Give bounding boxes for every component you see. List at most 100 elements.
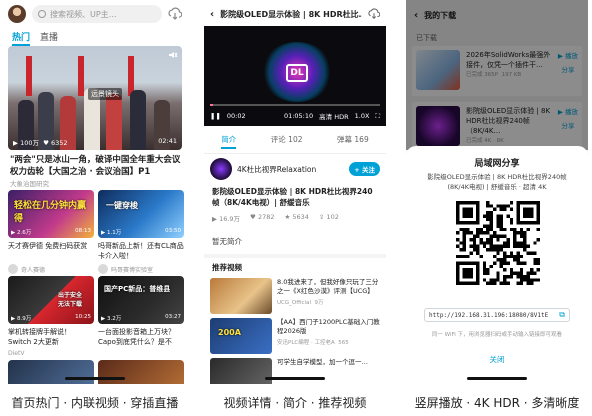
total-time: 01:05:10 (283, 112, 314, 120)
modal-overlay[interactable] (406, 0, 588, 150)
share-url-field[interactable]: http://192.168.31.196:18080/8V1tE ⧉ (424, 308, 570, 322)
qr-code (456, 201, 540, 285)
stat-likes[interactable]: ♥ 2782 (250, 213, 274, 223)
recommended-title: 可学生自学模型，加一个逗一… (277, 358, 368, 366)
video-thumbnail: 出于安全 无法下载 ▶ 8.9万 10:25 (8, 276, 94, 324)
thumb-text: 国产PC新品：普维县 (104, 285, 171, 293)
home-indicator (65, 377, 125, 380)
card-views: ▶ 2.6万 (11, 230, 32, 236)
video-title: 影院级OLED显示体验 | 8K HDR杜比视界240帧（8K/4K电视）| 舒… (212, 187, 373, 207)
card-duration: 10:25 (75, 314, 91, 320)
hero-meta: ▶ 100万 ♥ 6352 02:41 (13, 137, 177, 147)
video-card[interactable]: 出于安全 无法下载 ▶ 8.9万 10:25 掌机转接牌手解说！Switch 2大… (8, 276, 94, 357)
recommended-item[interactable]: 8.0我进来了，但我好像只玩了三分之一《X红色沙漠》评测【UCG】 UCG_Of… (210, 278, 380, 316)
video-player[interactable]: DL ❚❚ 00:02 01:05:10 高清 HDR 1.0X ⛶ (204, 26, 386, 126)
home-screen: 搜索视频、UP主… 热门 直播 ▶ 100万 ♥ 6352 02:41 远景镜头… (4, 0, 186, 384)
thumb-text: 一键穿梭 (106, 201, 138, 210)
current-time: 00:02 (226, 112, 246, 120)
video-card-partial[interactable] (98, 360, 184, 384)
uploader-avatar (8, 264, 18, 274)
pause-icon[interactable]: ❚❚ (210, 112, 221, 120)
stat-favorites[interactable]: ★ 5634 (284, 213, 308, 223)
card-views: ▶ 8.9万 (11, 316, 32, 322)
search-input[interactable]: 搜索视频、UP主… (32, 5, 162, 23)
hero-duration: 02:41 (158, 137, 177, 145)
card-uploader: 吗哥赛博实验室 (111, 266, 154, 274)
lan-share-sheet: 局域网分享 影院级OLED显示体验 | 8K HDR杜比视界240帧 (8K/4… (406, 146, 588, 384)
speed-button[interactable]: 1.0X (355, 112, 370, 120)
share-hint: 同一 WiFi 下，用浏览器扫码或手动输入链接即可观看 (431, 332, 563, 338)
download-icon[interactable] (368, 8, 380, 20)
share-sheet-subtitle: 影院级OLED显示体验 | 8K HDR杜比视界240帧 (8K/4K电视) |… (427, 173, 567, 191)
recommended-item[interactable]: 可学生自学模型，加一个逗一… (210, 358, 380, 384)
recommended-views: 565 (338, 340, 349, 346)
uploader-avatar (98, 264, 108, 274)
hero-views: ▶ 100万 (13, 139, 39, 147)
recommend-heading: 推荐视频 (212, 263, 242, 272)
home-tabs: 热门 直播 (12, 30, 58, 46)
video-card[interactable]: 轻松在几分钟内赢得 ▶ 2.6万 08:13 天才赛伊德 免费扫码获赏 奇人赛德 (8, 190, 94, 274)
video-card-partial[interactable] (8, 360, 94, 384)
tab-comments[interactable]: 评论 102 (271, 134, 303, 149)
recommended-thumbnail (210, 358, 272, 384)
search-icon (38, 10, 46, 18)
tab-danmaku[interactable]: 弹幕 169 (337, 134, 369, 149)
card-title: 一台面投影音箱上万块？Capo到底凭什么？是不是… (98, 328, 175, 346)
video-card[interactable]: 一键穿梭 ▶ 1.1万 03:50 吗哥新品上新！还有CL商品卡介入啦！ 吗哥赛博… (98, 190, 184, 274)
video-thumbnail (98, 360, 184, 384)
stat-views: ▶ 16.9万 (212, 215, 241, 223)
tab-hot[interactable]: 热门 (12, 30, 31, 46)
caption-player: 竖屏播放 · 4K HDR · 多清晰度 (414, 396, 580, 410)
follow-button[interactable]: + 关注 (349, 162, 380, 176)
video-thumbnail (8, 360, 94, 384)
video-thumbnail: 轻松在几分钟内赢得 ▶ 2.6万 08:13 (8, 190, 94, 238)
card-uploader: DietV (8, 350, 25, 357)
detail-top-bar: ‹ 影院级OLED显示体验 | 8K HDR杜比… (210, 8, 380, 20)
mute-icon[interactable] (168, 50, 178, 60)
progress-fill (210, 104, 214, 106)
progress-bar[interactable] (210, 104, 380, 106)
recommended-title: 【AA】西门子1200PLC基础入门教程2026版 (277, 318, 380, 335)
quality-button[interactable]: 高清 HDR (319, 111, 348, 121)
stat-shares[interactable]: ⇪ 102 (319, 213, 339, 223)
flag-decoration (78, 56, 84, 96)
tab-intro[interactable]: 简介 (221, 134, 237, 149)
download-icon[interactable] (168, 7, 182, 21)
hero-title[interactable]: "两会"只是冰山一角，破译中国全年重大会议权力齿轮【大国之治 · 会议治国】P1 (10, 154, 182, 178)
thumb-text: 轻松在几分钟内赢得 (14, 201, 87, 224)
hero-uploader[interactable]: 大象治国研究 (10, 178, 49, 188)
recommended-title: 8.0我进来了，但我好像只玩了三分之一《X红色沙漠》评测【UCG】 (277, 278, 379, 295)
fullscreen-icon[interactable]: ⛶ (375, 112, 380, 121)
share-url: http://192.168.31.196:18080/8V1tE (429, 311, 549, 319)
back-icon[interactable]: ‹ (210, 9, 214, 20)
copy-icon[interactable]: ⧉ (559, 310, 565, 320)
card-duration: 08:13 (75, 228, 91, 234)
flag-decoration (26, 56, 32, 96)
tab-live[interactable]: 直播 (40, 30, 58, 46)
video-card[interactable]: 国产PC新品：普维县 ▶ 3.2万 03:27 一台面投影音箱上万块？Capo到底… (98, 276, 184, 347)
caption-detail: 视频详情 · 简介 · 推荐视频 (223, 396, 367, 410)
player-controls: ❚❚ 00:02 01:05:10 高清 HDR 1.0X ⛶ (210, 111, 380, 122)
uploader-row: 4K杜比视界Relaxation + 关注 (210, 158, 380, 180)
recommended-uploader: UCG_Official (277, 300, 311, 306)
card-duration: 03:27 (165, 314, 181, 320)
close-button[interactable]: 关闭 (406, 354, 588, 365)
card-duration: 03:50 (165, 228, 181, 234)
recommended-item[interactable]: 200A 【AA】西门子1200PLC基础入门教程2026版 安迅PLC编程 ·… (210, 318, 380, 356)
avatar[interactable] (8, 5, 26, 23)
downloads-screen: ‹ 我的下载 已下载 2026年SolidWorks最强外接件，仅凭一个插件干…… (406, 0, 588, 384)
thumb-text: 200A (218, 328, 241, 337)
card-title: 吗哥新品上新！还有CL商品卡介入啦！ (98, 242, 184, 260)
uploader-name[interactable]: 4K杜比视界Relaxation (237, 164, 344, 175)
card-title: 掌机转接牌手解说！Switch 2大更新 (8, 328, 71, 346)
uploader-avatar[interactable] (210, 158, 232, 180)
share-sheet-title: 局域网分享 (474, 159, 520, 169)
card-views: ▶ 3.2万 (101, 316, 122, 322)
video-stats: ▶ 16.9万 ♥ 2782 ★ 5634 ⇪ 102 (212, 213, 380, 223)
detail-header-title: 影院级OLED显示体验 | 8K HDR杜比… (220, 9, 362, 19)
hero-badge: 远景镜头 (88, 88, 122, 100)
recommended-thumbnail (210, 278, 272, 314)
card-uploader: 奇人赛德 (21, 266, 46, 274)
recommended-uploader: 安迅PLC编程 · 工控老A (277, 340, 335, 346)
video-thumbnail: 国产PC新品：普维县 ▶ 3.2万 03:27 (98, 276, 184, 324)
